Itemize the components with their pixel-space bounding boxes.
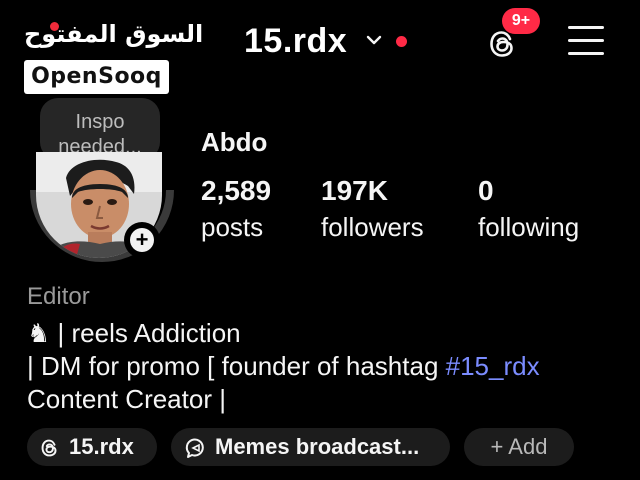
bio-line-2-text: | DM for promo [ founder of hashtag bbox=[27, 351, 446, 381]
threads-icon bbox=[41, 439, 57, 457]
posts-label[interactable]: posts bbox=[201, 212, 263, 243]
bio-line-3: Content Creator | bbox=[27, 384, 226, 414]
hashtag-link[interactable]: #15_rdx bbox=[446, 351, 540, 381]
profile-username-switcher[interactable]: 15.rdx bbox=[244, 22, 347, 61]
profile-full-name: Abdo bbox=[201, 127, 268, 157]
threads-link-chip[interactable]: 15.rdx bbox=[27, 428, 157, 466]
threads-link-label: 15.rdx bbox=[69, 434, 134, 459]
broadcast-link-label: Memes broadcast... bbox=[215, 434, 420, 459]
unread-dot bbox=[396, 36, 407, 47]
chevron-down-icon[interactable] bbox=[364, 30, 384, 50]
opensooq-latin-watermark: OpenSooq bbox=[31, 64, 162, 89]
broadcast-channel-chip[interactable]: Memes broadcast... bbox=[171, 428, 450, 466]
following-count[interactable]: 0 bbox=[478, 175, 494, 207]
profile-category: Editor bbox=[27, 283, 90, 310]
broadcast-icon bbox=[185, 438, 204, 459]
notification-badge: 9+ bbox=[502, 8, 540, 34]
bio-line-1: ♞ | reels Addiction bbox=[27, 318, 241, 349]
chess-knight-icon: ♞ bbox=[27, 318, 51, 348]
bio-line-2: | DM for promo [ founder of hashtag #15_… bbox=[27, 351, 540, 382]
plus-icon: + bbox=[130, 228, 154, 252]
followers-label[interactable]: followers bbox=[321, 212, 424, 243]
bio-line-1-text: | reels Addiction bbox=[50, 318, 241, 348]
followers-count[interactable]: 197K bbox=[321, 175, 388, 207]
posts-count[interactable]: 2,589 bbox=[201, 175, 271, 207]
following-label[interactable]: following bbox=[478, 212, 579, 243]
add-link-chip[interactable]: + Add bbox=[464, 428, 574, 466]
watermark-dot bbox=[50, 22, 59, 31]
hamburger-menu-icon[interactable] bbox=[568, 26, 604, 58]
